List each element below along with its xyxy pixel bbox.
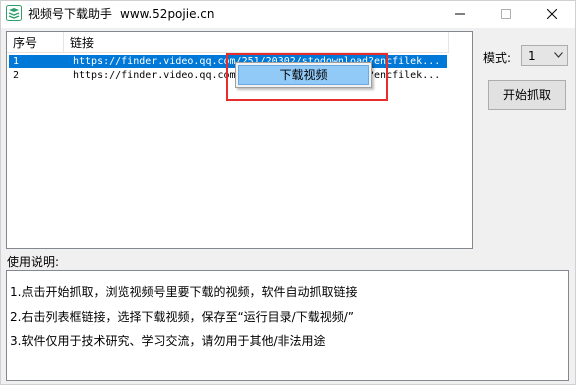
window-title-url: www.52pojie.cn (120, 7, 215, 21)
usage-label: 使用说明: (7, 255, 60, 269)
app-window: 视频号下载助手www.52pojie.cn 序号 链接 1 https://fi… (0, 0, 576, 385)
maximize-icon (501, 9, 511, 19)
mode-select[interactable]: 1 (521, 45, 568, 66)
minimize-icon (455, 13, 465, 15)
minimize-button[interactable] (437, 1, 483, 28)
usage-line: 2.右击列表框链接，选择下载视频，保存至“运行目录/下载视频/” (10, 310, 354, 324)
close-icon (547, 9, 557, 19)
window-title: 视频号下载助手 www.52pojie.cn (28, 7, 214, 21)
window-title-name: 视频号下载助手 (28, 7, 113, 21)
app-icon (6, 5, 22, 21)
column-header-link[interactable]: 链接 (64, 32, 449, 53)
start-capture-button[interactable]: 开始抓取 (488, 80, 566, 110)
usage-line: 1.点击开始抓取，浏览视频号里要下载的视频，软件自动抓取链接 (10, 285, 358, 299)
row-number: 2 (13, 70, 20, 81)
maximize-button[interactable] (483, 1, 529, 28)
close-button[interactable] (529, 1, 575, 28)
usage-line: 3.软件仅用于技术研究、学习交流，请勿用于其他/非法用途 (10, 334, 326, 348)
chevron-down-icon (554, 52, 563, 58)
mode-select-value: 1 (528, 49, 536, 63)
title-bar[interactable]: 视频号下载助手 www.52pojie.cn (1, 1, 575, 28)
menu-item-download-video[interactable]: 下载视频 (238, 65, 369, 85)
list-header: 序号 链接 (7, 32, 472, 54)
mode-label: 模式: (483, 51, 512, 65)
usage-textbox[interactable]: 1.点击开始抓取，浏览视频号里要下载的视频，软件自动抓取链接 2.右击列表框链接… (6, 270, 569, 381)
context-menu: 下载视频 (235, 62, 372, 88)
row-number: 1 (13, 56, 20, 67)
column-header-no[interactable]: 序号 (7, 32, 64, 53)
